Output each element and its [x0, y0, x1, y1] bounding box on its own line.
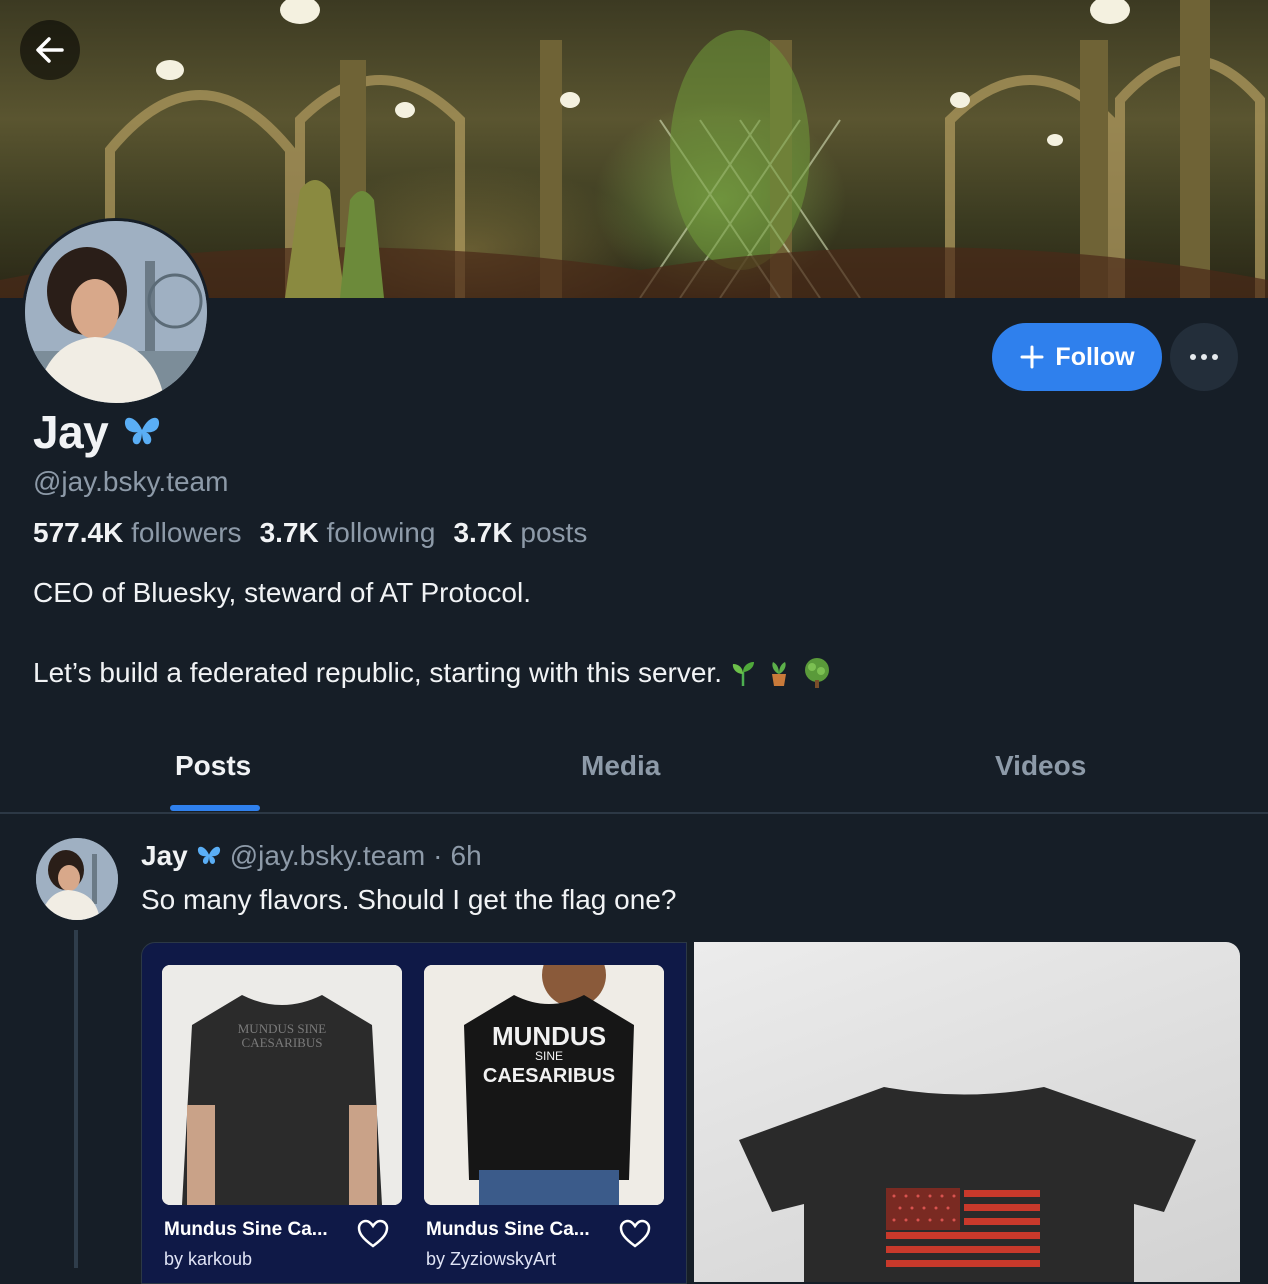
posts-count: 3.7K: [453, 517, 513, 548]
tshirt-image: MUNDUS SINE CAESARIBUS: [424, 965, 664, 1205]
posts-label: posts: [520, 517, 588, 548]
follow-button[interactable]: Follow: [992, 323, 1162, 391]
post-text: So many flavors. Should I get the flag o…: [141, 884, 677, 915]
active-tab-indicator: [170, 805, 260, 811]
post-header: Jay @jay.bsky.team · 6h: [141, 840, 482, 872]
heart-icon[interactable]: [618, 1217, 652, 1251]
product-card: MUNDUS SINE CAESARIBUS Mundus Sine Ca...…: [162, 965, 402, 1269]
product-photo: MUNDUS SINE CAESARIBUS: [162, 965, 402, 1205]
avatar-image: [25, 221, 207, 403]
flag-tshirt-image: [739, 1087, 1196, 1282]
tshirt-image: MUNDUS SINE CAESARIBUS: [162, 965, 402, 1205]
profile-stats: 577.4K followers 3.7K following 3.7K pos…: [33, 517, 587, 549]
profile-tabs: Posts Media Videos: [0, 730, 1268, 814]
seedling-icon: [732, 662, 754, 686]
post-image-1[interactable]: MUNDUS SINE CAESARIBUS Mundus Sine Ca...…: [141, 942, 687, 1284]
product-photo: MUNDUS SINE CAESARIBUS: [424, 965, 664, 1205]
shirt-print-text: MUNDUS SINE: [238, 1021, 327, 1036]
followers-stat[interactable]: 577.4K followers: [33, 517, 242, 549]
shirt-print-text: MUNDUS: [492, 1021, 606, 1051]
plus-icon: [1020, 345, 1044, 369]
product-title[interactable]: Mundus Sine Ca...: [164, 1219, 328, 1241]
shirt-print-text-2: SINE: [535, 1049, 563, 1063]
tree-icon: [804, 658, 829, 688]
display-name: Jay: [33, 406, 109, 458]
heart-icon[interactable]: [356, 1217, 390, 1251]
bio-line-2-row: Let’s build a federated republic, starti…: [33, 656, 834, 690]
product-seller[interactable]: by ZyziowskyArt: [426, 1249, 556, 1270]
post-author-avatar[interactable]: [36, 838, 118, 920]
post-image-2[interactable]: [694, 942, 1240, 1282]
avatar-image: [36, 838, 118, 920]
followers-label: followers: [131, 517, 242, 548]
bio-line-2: Let’s build a federated republic, starti…: [33, 657, 722, 688]
arrow-left-icon: [36, 37, 64, 63]
profile-avatar[interactable]: [22, 218, 210, 406]
post-author-handle[interactable]: @jay.bsky.team: [230, 840, 425, 872]
tab-media[interactable]: Media: [581, 750, 660, 782]
potted-plant-icon: [771, 662, 786, 686]
post-time[interactable]: 6h: [451, 840, 482, 872]
thread-line: [74, 930, 78, 1268]
post-author-name[interactable]: Jay: [141, 840, 188, 872]
tab-videos[interactable]: Videos: [995, 750, 1086, 782]
following-label: following: [326, 517, 436, 548]
product-seller[interactable]: by karkoub: [164, 1249, 252, 1270]
profile-handle: @jay.bsky.team: [33, 466, 229, 497]
more-options-button[interactable]: [1170, 323, 1238, 391]
post-separator: ·: [433, 840, 443, 871]
bio-line-1: CEO of Bluesky, steward of AT Protocol.: [33, 577, 531, 608]
butterfly-icon: [197, 846, 220, 864]
ellipsis-icon: [1190, 354, 1218, 360]
product-card: MUNDUS SINE CAESARIBUS Mundus Sine Ca...…: [424, 965, 664, 1269]
following-count: 3.7K: [259, 517, 319, 548]
posts-stat: 3.7K posts: [453, 517, 587, 549]
shirt-print-text-3: CAESARIBUS: [483, 1065, 615, 1087]
product-title[interactable]: Mundus Sine Ca...: [426, 1219, 590, 1241]
tab-posts[interactable]: Posts: [175, 750, 251, 782]
profile-name-row: Jay: [33, 405, 162, 459]
following-stat[interactable]: 3.7K following: [260, 517, 436, 549]
followers-count: 577.4K: [33, 517, 124, 548]
butterfly-icon: [125, 417, 160, 445]
follow-button-label: Follow: [1055, 342, 1135, 371]
shirt-print-text-2: CAESARIBUS: [242, 1035, 323, 1050]
back-button[interactable]: [20, 20, 80, 80]
